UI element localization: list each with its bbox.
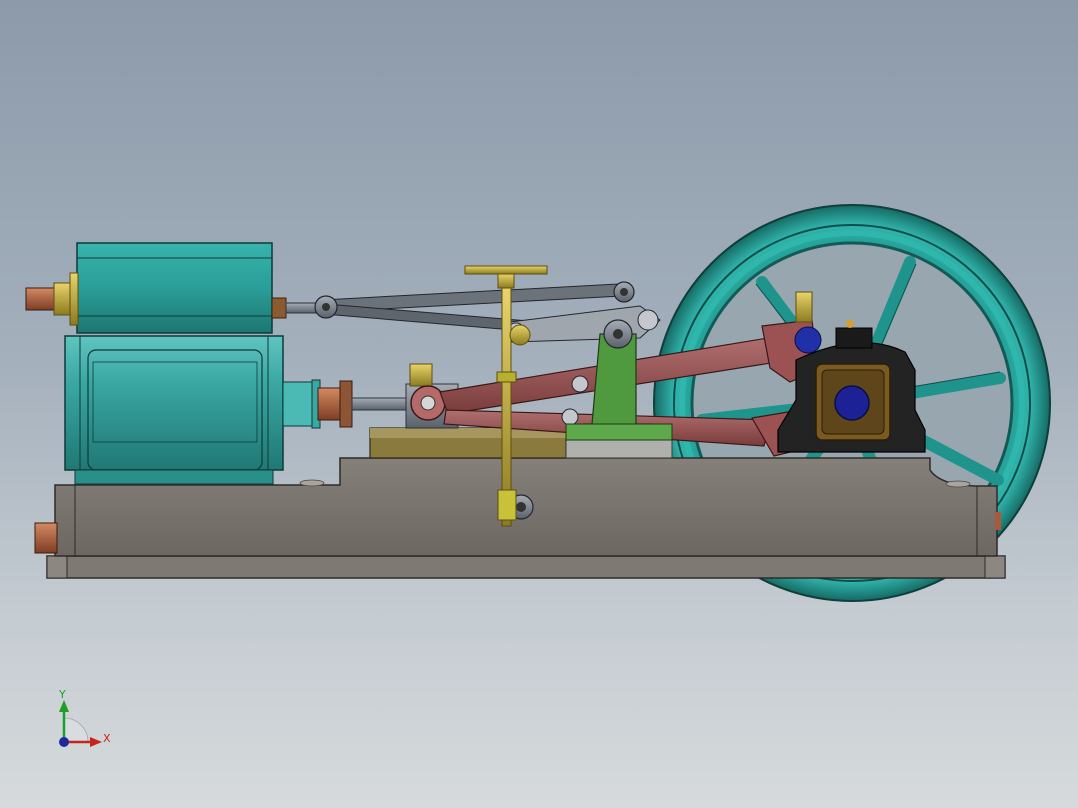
view-triad bbox=[59, 700, 102, 747]
graphics-viewport[interactable]: Y X bbox=[0, 0, 1078, 808]
triad-x-label: X bbox=[103, 732, 111, 745]
z-axis-dot bbox=[59, 737, 69, 747]
triad-y-label: Y bbox=[59, 688, 66, 701]
cylinder-assembly[interactable] bbox=[25, 242, 413, 485]
steam-engine-model[interactable] bbox=[0, 0, 1078, 808]
